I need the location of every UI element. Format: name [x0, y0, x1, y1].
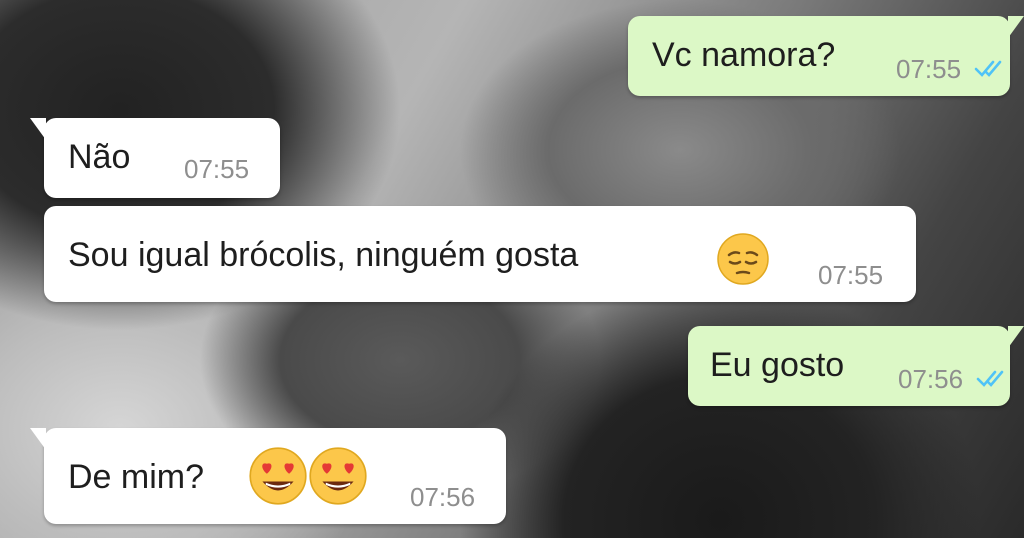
message-bubble-incoming[interactable]: Não 07:55	[30, 118, 280, 198]
heart-eyes-emoji	[249, 447, 307, 505]
message-bubble-incoming[interactable]: De mim? 07:56	[30, 428, 506, 524]
message-text: De mim?	[68, 458, 205, 496]
double-check-read-icon	[976, 370, 1004, 387]
message-text: Não	[68, 138, 131, 176]
heart-eyes-emoji	[309, 447, 367, 505]
message-timestamp: 07:56	[898, 364, 964, 394]
message-timestamp: 07:55	[818, 260, 884, 290]
double-check-read-icon	[974, 60, 1002, 77]
message-bubble-incoming[interactable]: Sou igual brócolis, ninguém gosta 07:55	[44, 206, 916, 302]
message-bubble-outgoing[interactable]: Vc namora? 07:55	[628, 16, 1024, 96]
message-text: Sou igual brócolis, ninguém gosta	[68, 236, 579, 274]
message-timestamp: 07:55	[184, 154, 250, 184]
pensive-face-emoji	[717, 233, 769, 285]
message-timestamp: 07:55	[896, 54, 962, 84]
message-text: Eu gosto	[710, 346, 845, 384]
message-text: Vc namora?	[652, 36, 836, 74]
message-bubble-outgoing[interactable]: Eu gosto 07:56	[688, 326, 1024, 406]
message-timestamp: 07:56	[410, 482, 476, 512]
